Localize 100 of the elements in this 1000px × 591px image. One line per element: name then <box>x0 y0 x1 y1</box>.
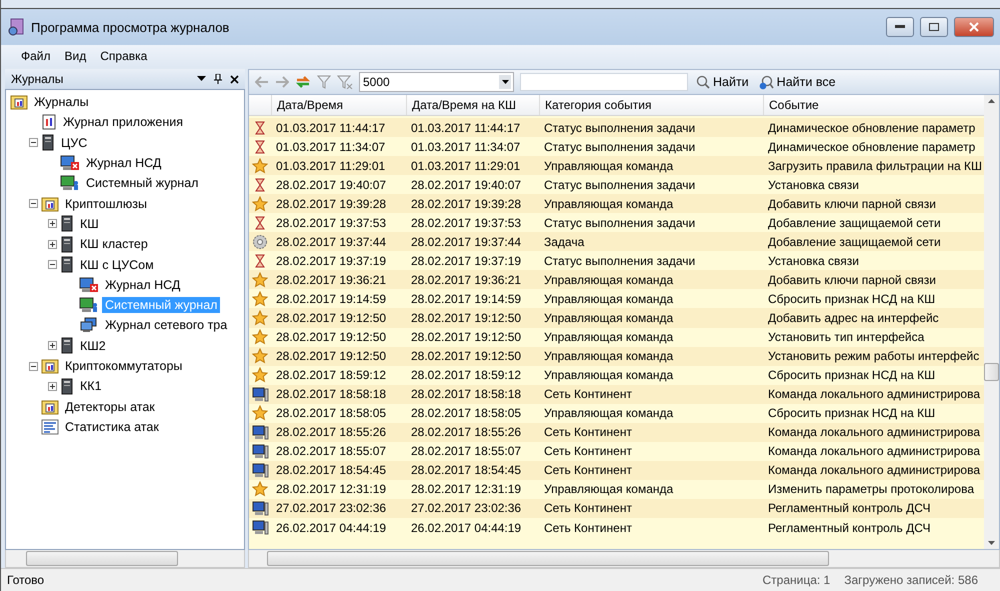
table-cell-text: 28.02.2017 18:55:26 <box>410 425 522 440</box>
column-header[interactable]: Категория события <box>539 95 763 115</box>
computer-icon <box>252 444 268 459</box>
folder-icon <box>41 196 59 212</box>
scrollbar-thumb[interactable] <box>267 551 829 566</box>
find-all-button[interactable]: Найти все <box>756 74 838 90</box>
collapse-icon[interactable] <box>29 199 38 208</box>
table-cell-text: 28.02.2017 19:37:53 <box>410 216 522 230</box>
search-field[interactable] <box>520 73 688 91</box>
scrollbar-thumb[interactable] <box>984 363 999 381</box>
table-cell-text: 28.02.2017 19:40:07 <box>275 178 388 192</box>
computer-icon <box>252 462 268 478</box>
count-dropdown[interactable]: 5000 <box>359 72 514 92</box>
table-cell-text: 01.03.2017 11:44:17 <box>275 120 386 135</box>
computer-icon <box>252 386 268 402</box>
table-cell-text: Установить тип интерфейса <box>767 330 926 344</box>
table-cell-text: Статус выполнения задачи <box>543 254 696 268</box>
tree-item[interactable]: Криптошлюзы <box>62 196 150 212</box>
star-icon <box>252 405 268 422</box>
scroll-down-arrow-icon[interactable] <box>988 541 995 545</box>
server-icon <box>60 215 74 232</box>
hourglass-icon <box>255 216 265 230</box>
computer-warning-icon <box>79 276 99 293</box>
computer-icon <box>252 424 268 440</box>
close-icon[interactable] <box>230 74 239 84</box>
table-cell-text: 28.02.2017 18:58:05 <box>410 406 522 420</box>
star-icon <box>252 329 268 346</box>
table-cell-text: Команда локального администрирова <box>767 444 981 458</box>
expand-icon[interactable] <box>48 219 57 228</box>
tree-item[interactable]: Журнал сетевого тра <box>102 317 230 334</box>
dropdown-icon[interactable] <box>197 76 206 82</box>
table-cell-text: 26.02.2017 04:44:19 <box>410 520 522 534</box>
tree-item[interactable]: Журнал НСД <box>83 155 164 172</box>
tree-item[interactable]: КШ кластер <box>77 236 151 252</box>
table-cell-text: 28.02.2017 18:55:07 <box>275 444 388 458</box>
table-cell-text: 27.02.2017 23:02:36 <box>275 501 388 516</box>
collapse-icon[interactable] <box>29 362 38 370</box>
tree-item[interactable]: Журнал НСД <box>102 276 184 293</box>
expand-icon[interactable] <box>48 382 57 391</box>
star-icon <box>252 272 268 288</box>
computer-user-icon <box>60 175 80 192</box>
refresh-icon[interactable] <box>295 75 311 89</box>
tree-item[interactable]: Статистика атак <box>62 418 162 435</box>
table-cell-text: 01.03.2017 11:44:17 <box>410 120 522 135</box>
find-button[interactable]: Найти <box>694 75 751 89</box>
maximize-button[interactable] <box>920 17 948 37</box>
horizontal-scrollbar[interactable] <box>5 550 245 568</box>
tree-item[interactable]: Журналы <box>31 94 92 110</box>
tree-item[interactable]: Детекторы атак <box>62 398 158 415</box>
table-cell-text: 01.03.2017 11:29:01 <box>410 158 522 173</box>
column-header[interactable]: Дата/Время <box>271 95 406 115</box>
table-cell-text: Сеть Континент <box>543 444 633 458</box>
table-cell-text: Управляющая команда <box>543 196 674 211</box>
horizontal-scrollbar[interactable] <box>248 550 1000 568</box>
window-title: Программа просмотра журналов <box>31 20 230 34</box>
tree-item[interactable]: КШ2 <box>77 338 109 354</box>
table-cell-text: Управляющая команда <box>543 292 674 306</box>
table-cell-text: Добавить ключи парной связи <box>767 196 937 211</box>
table-cell-text: Динамическое обновление параметр <box>767 140 976 154</box>
pin-icon[interactable] <box>214 74 222 84</box>
star-icon <box>252 481 268 498</box>
table-cell-text: 28.02.2017 19:39:28 <box>410 196 522 211</box>
vertical-scrollbar[interactable] <box>984 95 999 549</box>
column-header[interactable]: Дата/Время на КШ <box>406 95 539 115</box>
computer-warning-icon <box>60 155 80 172</box>
close-icon <box>969 22 979 32</box>
close-button[interactable] <box>954 17 994 37</box>
table-cell-text: 28.02.2017 19:37:19 <box>275 254 388 268</box>
menu-item[interactable]: Файл <box>21 49 51 63</box>
table-cell-text: 28.02.2017 19:36:21 <box>410 272 522 287</box>
tree-item[interactable]: Журнал приложения <box>60 114 186 130</box>
scroll-up-arrow-icon[interactable] <box>988 99 995 103</box>
menu-item[interactable]: Справка <box>100 49 148 63</box>
table-cell-text: Управляющая команда <box>543 349 674 364</box>
table-cell-text: Сеть Континент <box>543 463 633 478</box>
table-cell-text: Управляющая команда <box>543 368 674 382</box>
table-cell-text: 28.02.2017 18:58:18 <box>410 387 522 402</box>
star-icon <box>252 310 268 326</box>
table-cell-text: 28.02.2017 18:54:45 <box>410 463 522 478</box>
collapse-icon[interactable] <box>48 260 57 270</box>
tree-item[interactable]: КШ с ЦУСом <box>77 256 157 273</box>
scrollbar-thumb[interactable] <box>26 551 178 566</box>
tree-item[interactable]: КШ <box>77 216 102 232</box>
collapse-icon[interactable] <box>29 138 38 148</box>
table-cell-text: 28.02.2017 19:12:50 <box>410 349 522 364</box>
menu-item[interactable]: Вид <box>64 49 86 63</box>
tree-item[interactable]: КК1 <box>77 378 105 394</box>
tree-item[interactable]: ЦУС <box>58 134 90 151</box>
table-cell-text: Задача <box>543 234 586 249</box>
table-cell-text: 28.02.2017 19:12:50 <box>410 310 522 325</box>
tree-item[interactable]: Системный журнал <box>83 175 202 192</box>
tree-item[interactable]: Криптокоммутаторы <box>62 358 186 374</box>
expand-icon[interactable] <box>48 240 57 249</box>
table-cell-text: Изменить параметры протоколирова <box>767 482 976 496</box>
folder-icon <box>10 94 28 110</box>
panel-title: Журналы <box>11 72 64 86</box>
minimize-button[interactable] <box>886 17 914 37</box>
table-cell-text: 28.02.2017 19:14:59 <box>275 292 388 306</box>
table-cell-text: Управляющая команда <box>543 158 674 173</box>
expand-icon[interactable] <box>48 341 57 350</box>
